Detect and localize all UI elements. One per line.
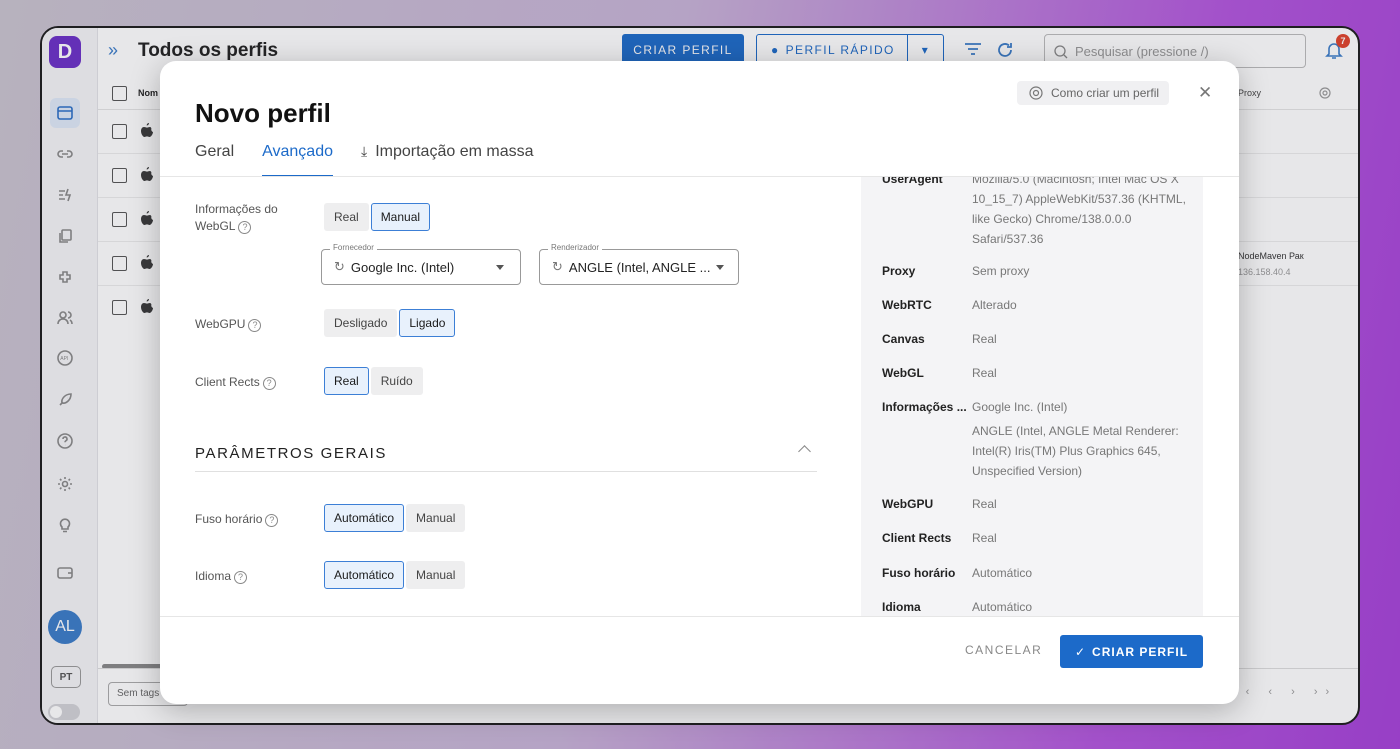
chevron-down-icon bbox=[716, 265, 724, 270]
footer-divider bbox=[160, 616, 1239, 617]
form-area: Informações do WebGL? Real Manual Fornec… bbox=[160, 177, 860, 617]
webgpu-toggle: Desligado Ligado bbox=[324, 309, 456, 337]
tab-avancado[interactable]: Avançado bbox=[262, 143, 333, 177]
tab-importacao[interactable]: ⤓ Importação em massa bbox=[361, 143, 533, 177]
cancel-button[interactable]: CANCELAR bbox=[965, 643, 1042, 657]
create-profile-submit-label: CRIAR PERFIL bbox=[1092, 644, 1189, 659]
download-icon: ⤓ bbox=[361, 143, 368, 159]
timezone-auto[interactable]: Automático bbox=[324, 504, 405, 532]
language-manual[interactable]: Manual bbox=[406, 561, 466, 589]
client-rects-label: Client Rects? bbox=[195, 374, 276, 391]
tab-geral[interactable]: Geral bbox=[195, 143, 234, 177]
webgl-info-label: Informações do WebGL? bbox=[195, 202, 278, 234]
help-icon[interactable]: ? bbox=[262, 377, 276, 390]
webgl-info-toggle: Real Manual bbox=[324, 203, 431, 231]
help-icon[interactable]: ? bbox=[234, 571, 248, 584]
renderer-legend: Renderizador bbox=[548, 243, 603, 252]
chevron-up-icon[interactable] bbox=[798, 445, 811, 458]
language-label: Idioma? bbox=[195, 568, 248, 585]
client-rects-toggle: Real Ruído bbox=[324, 367, 423, 395]
renderer-value: ANGLE (Intel, ANGLE ... bbox=[568, 259, 711, 275]
webgpu-on[interactable]: Ligado bbox=[399, 309, 456, 337]
section-divider bbox=[195, 471, 817, 472]
modal-title: Novo perfil bbox=[195, 98, 331, 128]
lifebuoy-icon bbox=[1029, 86, 1043, 100]
help-icon[interactable]: ? bbox=[265, 514, 279, 527]
vendor-select[interactable]: Fornecedor ↻ Google Inc. (Intel) bbox=[321, 243, 521, 285]
timezone-toggle: Automático Manual bbox=[324, 504, 466, 532]
timezone-label: Fuso horário? bbox=[195, 511, 279, 528]
create-profile-submit-button[interactable]: ✓ CRIAR PERFIL bbox=[1060, 635, 1203, 668]
vendor-value: Google Inc. (Intel) bbox=[350, 259, 455, 275]
vendor-legend: Fornecedor bbox=[330, 243, 377, 252]
client-rects-noise[interactable]: Ruído bbox=[370, 367, 423, 395]
close-icon[interactable]: ✕ bbox=[1198, 83, 1212, 103]
tab-importacao-label: Importação em massa bbox=[375, 143, 534, 160]
help-link-button[interactable]: Como criar um perfil bbox=[1017, 81, 1170, 105]
new-profile-modal: Novo perfil Como criar um perfil ✕ Geral… bbox=[160, 61, 1239, 704]
timezone-manual[interactable]: Manual bbox=[406, 504, 466, 532]
chevron-down-icon bbox=[496, 265, 504, 270]
webgpu-off[interactable]: Desligado bbox=[324, 309, 398, 337]
language-toggle: Automático Manual bbox=[324, 561, 466, 589]
profile-summary-panel: UserAgent Mozilla/5.0 (Macintosh; Intel … bbox=[861, 177, 1203, 617]
modal-tabs: Geral Avançado ⤓ Importação em massa bbox=[195, 143, 533, 177]
language-auto[interactable]: Automático bbox=[324, 561, 405, 589]
webgl-info-manual[interactable]: Manual bbox=[370, 203, 431, 231]
section-general-title[interactable]: PARÂMETROS GERAIS bbox=[195, 445, 387, 462]
webgpu-label: WebGPU? bbox=[195, 316, 262, 333]
refresh-icon[interactable]: ↻ bbox=[552, 259, 563, 275]
help-link-label: Como criar um perfil bbox=[1051, 86, 1160, 100]
webgl-info-real[interactable]: Real bbox=[324, 203, 369, 231]
client-rects-real[interactable]: Real bbox=[324, 367, 369, 395]
check-icon: ✓ bbox=[1074, 644, 1087, 659]
help-icon[interactable]: ? bbox=[248, 319, 262, 332]
help-icon[interactable]: ? bbox=[238, 221, 252, 234]
refresh-icon[interactable]: ↻ bbox=[334, 259, 345, 275]
renderer-select[interactable]: Renderizador ↻ ANGLE (Intel, ANGLE ... bbox=[539, 243, 739, 285]
